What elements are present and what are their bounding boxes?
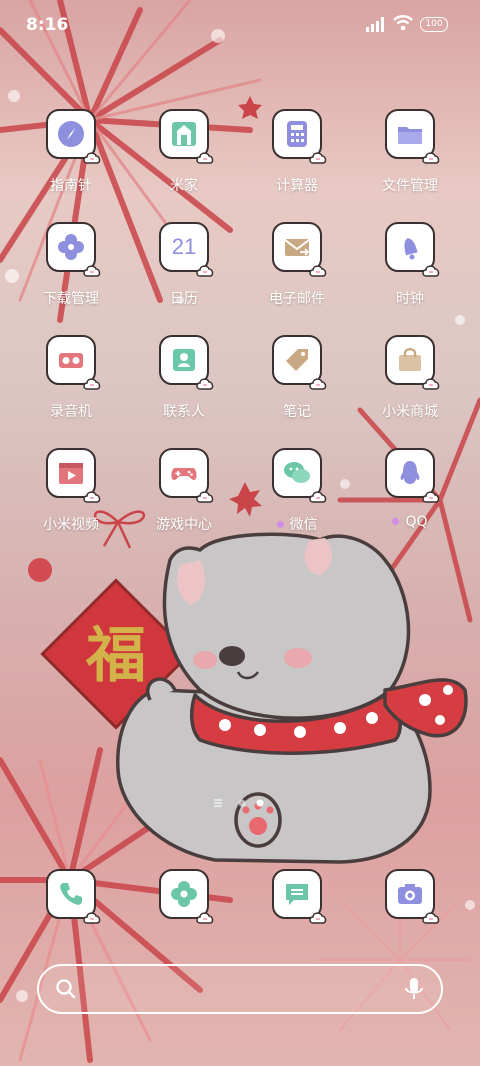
battery-icon: 100 (420, 17, 448, 32)
status-bar: 8:16 100 (0, 0, 480, 50)
app-label: 文件管理 (382, 178, 438, 194)
app-game-center[interactable]: 游戏中心 (134, 448, 234, 538)
bear-illustration (116, 532, 468, 864)
gamepad-icon (171, 468, 197, 480)
app-wechat[interactable]: 微信 (247, 448, 347, 538)
app-email[interactable]: 电子邮件 (247, 222, 347, 312)
app-qq[interactable]: QQ (360, 448, 460, 538)
shopping-bag-icon (399, 348, 421, 371)
home-screen: 福 8:16 100 指南针 米家 计算器 文件管理 下载管理 21 日历 电子… (0, 0, 480, 1066)
app-mi-store[interactable]: 小米商城 (360, 335, 460, 425)
app-label: 电子邮件 (269, 291, 325, 307)
qq-penguin-icon (400, 461, 420, 484)
dock-gallery[interactable] (134, 869, 234, 959)
camera-icon (398, 884, 422, 904)
status-time: 8:16 (26, 15, 69, 35)
app-compass[interactable]: 指南针 (21, 109, 121, 199)
app-label: 录音机 (50, 404, 92, 420)
app-label: QQ (405, 514, 428, 530)
app-downloads[interactable]: 下载管理 (21, 222, 121, 312)
email-icon (284, 239, 310, 256)
app-label: 小米视频 (43, 517, 99, 533)
contacts-icon (173, 349, 195, 371)
calculator-icon (287, 121, 307, 147)
app-label: 米家 (170, 178, 198, 194)
folder-icon (398, 127, 422, 144)
app-label: 计算器 (276, 178, 318, 194)
wifi-icon (393, 15, 413, 31)
microphone-icon[interactable] (404, 977, 424, 1001)
fu-character: 福 (85, 621, 146, 691)
app-notes[interactable]: 笔记 (247, 335, 347, 425)
tape-recorder-icon (59, 353, 83, 368)
compass-icon (58, 121, 84, 147)
app-mi-video[interactable]: 小米视频 (21, 448, 121, 538)
message-icon (286, 884, 308, 905)
calendar-icon: 21 (171, 234, 197, 259)
app-label: 联系人 (163, 404, 205, 420)
mi-home-icon (172, 122, 196, 146)
app-label: 游戏中心 (156, 517, 212, 533)
app-recorder[interactable]: 录音机 (21, 335, 121, 425)
app-label: 微信 (289, 517, 318, 533)
app-label: 日历 (170, 291, 198, 307)
new-install-dot (392, 517, 400, 525)
new-install-dot (276, 520, 284, 528)
app-label: 小米商城 (382, 404, 438, 420)
dock-messages[interactable] (247, 869, 347, 959)
dock-camera[interactable] (360, 869, 460, 959)
app-calculator[interactable]: 计算器 (247, 109, 347, 199)
video-play-icon (59, 463, 83, 484)
search-icon[interactable] (55, 978, 77, 1000)
dock-phone[interactable] (21, 869, 121, 959)
app-label: 下载管理 (43, 291, 99, 307)
app-file-manager[interactable]: 文件管理 (360, 109, 460, 199)
flower-gallery-icon (171, 881, 197, 907)
app-label: 笔记 (283, 404, 311, 420)
cellular-signal-icon (366, 17, 384, 32)
phone-icon (60, 883, 82, 905)
app-clock[interactable]: 时钟 (360, 222, 460, 312)
tag-icon (286, 349, 308, 371)
page-indicator[interactable] (212, 797, 272, 809)
app-contacts[interactable]: 联系人 (134, 335, 234, 425)
wechat-icon (284, 462, 310, 483)
app-calendar[interactable]: 21 日历 (134, 222, 234, 312)
search-bar[interactable] (37, 964, 443, 1014)
download-manager-icon (58, 234, 84, 260)
app-label: 指南针 (50, 178, 92, 194)
app-mi-home[interactable]: 米家 (134, 109, 234, 199)
alarm-bell-icon (404, 238, 418, 260)
app-label: 时钟 (396, 291, 424, 307)
